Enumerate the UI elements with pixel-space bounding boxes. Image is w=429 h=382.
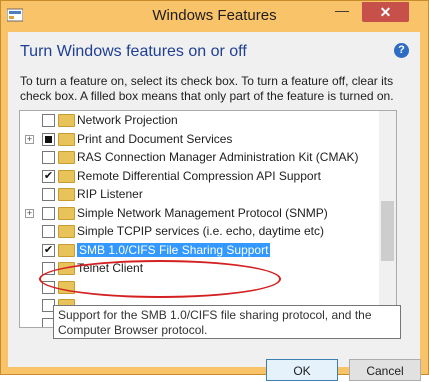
scrollbar-thumb[interactable] xyxy=(381,201,394,261)
feature-row[interactable]: RAS Connection Manager Administration Ki… xyxy=(20,148,396,166)
expand-icon[interactable]: + xyxy=(25,134,34,144)
feature-row[interactable]: ✔ Remote Differential Compression API Sup… xyxy=(20,167,396,185)
expand-icon[interactable]: + xyxy=(25,208,34,218)
ok-button[interactable]: OK xyxy=(266,359,338,381)
folder-icon xyxy=(58,243,75,257)
minimize-button[interactable]: — xyxy=(329,2,355,22)
feature-row[interactable]: Simple TCPIP services (i.e. echo, daytim… xyxy=(20,222,396,240)
folder-icon xyxy=(58,225,75,238)
feature-row[interactable]: + Simple Network Management Protocol (SNM… xyxy=(20,204,396,222)
feature-checkbox[interactable] xyxy=(42,225,55,238)
folder-icon xyxy=(58,114,75,127)
feature-checkbox[interactable] xyxy=(42,188,55,201)
feature-checkbox[interactable] xyxy=(42,151,55,164)
vertical-scrollbar[interactable] xyxy=(379,111,396,327)
folder-icon xyxy=(58,206,75,220)
feature-row[interactable]: RIP Listener xyxy=(20,185,396,203)
folder-icon xyxy=(58,132,75,146)
help-icon[interactable]: ? xyxy=(394,43,409,58)
feature-checkbox[interactable] xyxy=(42,132,55,146)
folder-icon xyxy=(58,188,75,201)
feature-label[interactable]: RIP Listener xyxy=(77,187,143,201)
red-highlight-ellipse xyxy=(39,260,281,298)
feature-checkbox[interactable]: ✔ xyxy=(42,243,55,257)
feature-checkbox[interactable]: ✔ xyxy=(42,169,55,183)
feature-row[interactable]: ✔ SMB 1.0/CIFS File Sharing Support xyxy=(20,241,396,259)
feature-label[interactable]: RAS Connection Manager Administration Ki… xyxy=(77,150,358,164)
folder-icon xyxy=(58,169,75,183)
feature-checkbox[interactable] xyxy=(42,206,55,220)
instructions-text: To turn a feature on, select its check b… xyxy=(20,74,394,103)
close-button[interactable]: ✕ xyxy=(362,2,409,22)
feature-row[interactable]: Network Projection xyxy=(20,111,396,129)
feature-checkbox[interactable] xyxy=(42,114,55,127)
windows-features-dialog: Windows Features — ✕ Turn Windows featur… xyxy=(0,0,429,381)
feature-label[interactable]: Print and Document Services xyxy=(77,132,232,146)
cancel-button[interactable]: Cancel xyxy=(349,359,421,381)
folder-icon xyxy=(58,151,75,164)
feature-tooltip: Support for the SMB 1.0/CIFS file sharin… xyxy=(53,305,401,339)
feature-label[interactable]: Remote Differential Compression API Supp… xyxy=(77,169,321,183)
page-title: Turn Windows features on or off xyxy=(20,43,247,60)
feature-label[interactable]: SMB 1.0/CIFS File Sharing Support xyxy=(77,242,271,257)
feature-row[interactable]: + Print and Document Services xyxy=(20,130,396,148)
dialog-body: Turn Windows features on or off ? To tur… xyxy=(8,32,421,381)
feature-label[interactable]: Simple Network Management Protocol (SNMP… xyxy=(77,206,328,220)
title-bar[interactable]: Windows Features — ✕ xyxy=(1,1,428,32)
feature-label[interactable]: Simple TCPIP services (i.e. echo, daytim… xyxy=(77,224,324,238)
feature-label[interactable]: Network Projection xyxy=(77,113,178,127)
